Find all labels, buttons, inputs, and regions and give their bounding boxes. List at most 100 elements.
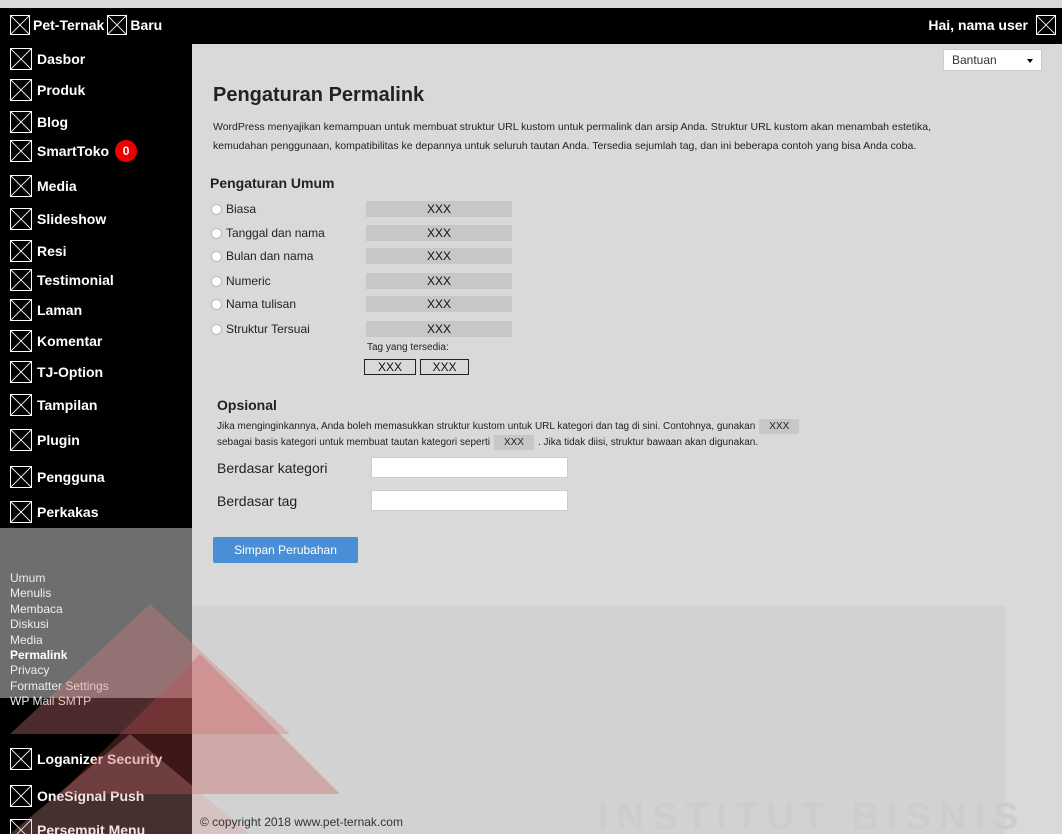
footer-copyright: © copyright 2018 www.pet-ternak.com [200, 815, 403, 829]
menu-placeholder-icon [10, 208, 32, 230]
menu-placeholder-icon [10, 330, 32, 352]
submenu-item-permalink[interactable]: Permalink [10, 648, 67, 662]
option-example-value: XXX [366, 273, 512, 289]
radio-button[interactable] [211, 250, 222, 262]
help-dropdown-label: Bantuan [952, 53, 997, 67]
permalink-option-bulan-dan-nama[interactable]: Bulan dan nama [211, 247, 313, 265]
option-example-value: XXX [366, 201, 512, 217]
tag-base-label: Berdasar tag [217, 493, 298, 509]
submenu-item-privacy[interactable]: Privacy [10, 663, 49, 677]
menu-placeholder-icon [10, 111, 32, 133]
submenu-item-wp-mail-smtp[interactable]: WP Mail SMTP [10, 694, 91, 708]
option-label: Biasa [226, 202, 257, 216]
radio-button[interactable] [211, 203, 222, 215]
option-example-value: XXX [366, 321, 512, 337]
page-title: Pengaturan Permalink [213, 84, 425, 106]
sidebar-item-label: Loganizer Security [37, 751, 163, 767]
submenu-item-menulis[interactable]: Menulis [10, 586, 51, 600]
tag-base-input[interactable] [371, 490, 568, 511]
sidebar-item-label: Resi [37, 243, 67, 259]
tag-button[interactable]: XXX [420, 359, 469, 375]
sidebar-item-smarttoko[interactable]: SmartToko 0 [0, 136, 192, 166]
category-base-label: Berdasar kategori [217, 460, 328, 476]
user-avatar-icon[interactable] [1036, 15, 1056, 35]
radio-button[interactable] [211, 227, 222, 239]
sidebar-item-onesignal-push[interactable]: OneSignal Push [0, 781, 192, 811]
menu-placeholder-icon [10, 269, 32, 291]
tag-button[interactable]: XXX [364, 359, 416, 375]
site-logo-icon[interactable] [10, 15, 30, 35]
sidebar-item-label: Blog [37, 114, 69, 130]
menu-placeholder-icon [10, 466, 32, 488]
menu-placeholder-icon [10, 175, 32, 197]
sidebar-item-pengguna[interactable]: Pengguna [0, 462, 192, 492]
menu-placeholder-icon [10, 785, 32, 807]
sidebar-item-tampilan[interactable]: Tampilan [0, 390, 192, 420]
sidebar-item-media[interactable]: Media [0, 171, 192, 201]
intro-line-2: kemudahan penggunaan, kompatibilitas ke … [213, 140, 917, 152]
sidebar-item-label: OneSignal Push [37, 788, 145, 804]
radio-button[interactable] [211, 298, 222, 310]
menu-placeholder-icon [10, 748, 32, 770]
optional-text-1: Jika menginginkannya, Anda boleh memasuk… [217, 421, 756, 432]
site-name-link[interactable]: Pet-Ternak [33, 17, 104, 33]
sidebar-item-komentar[interactable]: Komentar [0, 326, 192, 356]
permalink-option-tanggal-dan-nama[interactable]: Tanggal dan nama [211, 224, 325, 242]
sidebar-item-label: Pengguna [37, 469, 105, 485]
submenu-item-diskusi[interactable]: Diskusi [10, 617, 49, 631]
sidebar-item-slideshow[interactable]: Slideshow [0, 204, 192, 234]
sidebar-item-loganizer-security[interactable]: Loganizer Security [0, 744, 192, 774]
sidebar-item-label: SmartToko [37, 143, 110, 159]
optional-text-2: sebagai basis kategori untuk membuat tau… [217, 437, 490, 448]
sidebar-item-persempit-menu[interactable]: Persempit Menu [0, 815, 192, 834]
radio-button[interactable] [211, 323, 222, 335]
permalink-option-numeric[interactable]: Numeric [211, 272, 271, 290]
option-label: Bulan dan nama [226, 249, 314, 263]
permalink-option-nama-tulisan[interactable]: Nama tulisan [211, 295, 296, 313]
optional-text-3: . Jika tidak diisi, struktur bawaan akan… [537, 437, 759, 448]
settings-submenu: Umum Menulis Membaca Diskusi Media Permalink P… [0, 528, 192, 708]
optional-description-line-1: Jika menginginkannya, Anda boleh memasuk… [217, 419, 803, 434]
optional-description-line-2: sebagai basis kategori untuk membuat tau… [217, 435, 758, 450]
radio-button[interactable] [211, 275, 222, 287]
sidebar-item-label: Plugin [37, 432, 80, 448]
user-greeting[interactable]: Hai, nama user [928, 17, 1028, 33]
sidebar-item-label: Testimonial [37, 272, 114, 288]
sidebar-item-label: Komentar [37, 333, 103, 349]
sidebar-item-perkakas[interactable]: Perkakas [0, 497, 192, 527]
permalink-option-struktur-tersuai[interactable]: Struktur Tersuai [211, 320, 310, 338]
submenu-item-formatter-settings[interactable]: Formatter Settings [10, 679, 109, 693]
new-content-icon[interactable] [107, 15, 128, 35]
sidebar-item-plugin[interactable]: Plugin [0, 425, 192, 455]
sidebar-item-dasbor[interactable]: Dasbor [0, 44, 192, 74]
sidebar-item-label: Slideshow [37, 211, 107, 227]
new-content-link[interactable]: Baru [130, 17, 162, 33]
menu-placeholder-icon [10, 394, 32, 416]
sidebar-item-blog[interactable]: Blog [0, 107, 192, 137]
menu-placeholder-icon [10, 140, 32, 162]
available-tags-label: Tag yang tersedia: [367, 342, 449, 353]
menu-placeholder-icon [10, 429, 32, 451]
sidebar-item-produk[interactable]: Produk [0, 75, 192, 105]
category-base-input[interactable] [371, 457, 568, 478]
option-example-value: XXX [366, 225, 512, 241]
sidebar-item-label: Media [37, 178, 77, 194]
submenu-item-membaca[interactable]: Membaca [10, 602, 63, 616]
permalink-option-biasa[interactable]: Biasa [211, 200, 256, 218]
menu-placeholder-icon [10, 299, 32, 321]
save-changes-button[interactable]: Simpan Perubahan [213, 537, 358, 563]
sidebar-item-tj-option[interactable]: TJ-Option [0, 357, 192, 387]
menu-placeholder-icon [10, 361, 32, 383]
submenu-item-umum[interactable]: Umum [10, 571, 45, 585]
menu-placeholder-icon [10, 79, 32, 101]
optional-title: Opsional [217, 397, 277, 413]
sidebar-item-laman[interactable]: Laman [0, 295, 192, 325]
admin-sidebar: Dasbor Produk Blog SmartToko 0 Media Slideshow… [0, 44, 192, 834]
sidebar-item-resi[interactable]: Resi [0, 236, 192, 266]
help-dropdown[interactable]: Bantuan [943, 49, 1042, 71]
example-code-chip: XXX [493, 435, 534, 450]
sidebar-item-testimonial[interactable]: Testimonial [0, 265, 192, 295]
menu-placeholder-icon [10, 501, 32, 523]
submenu-item-media[interactable]: Media [10, 633, 43, 647]
sidebar-item-label: Dasbor [37, 51, 86, 67]
